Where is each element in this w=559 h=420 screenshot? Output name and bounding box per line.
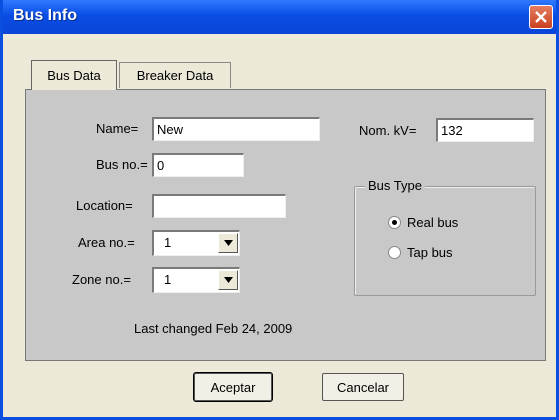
nom-kv-label: Nom. kV= [359,123,417,138]
area-no-label: Area no.= [78,235,135,250]
radio-label: Real bus [407,215,459,230]
tab-label: Bus Data [47,68,101,83]
chevron-down-icon [223,277,233,283]
cancel-button[interactable]: Cancelar [322,373,404,401]
cancel-label: Cancelar [336,379,390,395]
close-icon [535,11,547,23]
bus-info-dialog: Bus Info Bus Data Breaker Data Name= Bus… [0,0,559,420]
area-no-value: 1 [164,235,172,250]
dropdown-button[interactable] [218,270,238,290]
zone-no-label: Zone no.= [72,272,131,287]
bus-data-panel: Name= Bus no.= Location= Area no.= 1 Zon… [25,89,546,361]
bus-no-label: Bus no.= [96,157,148,172]
title-bar[interactable]: Bus Info [3,0,556,34]
name-label: Name= [96,121,139,136]
dropdown-button[interactable] [218,233,238,253]
zone-no-value: 1 [164,272,172,287]
last-changed-text: Last changed Feb 24, 2009 [134,321,293,336]
radio-button[interactable] [388,246,401,259]
window-title: Bus Info [13,7,77,24]
radio-real-bus[interactable]: Real bus [388,215,458,230]
name-field[interactable] [152,117,320,141]
area-no-select[interactable]: 1 [152,230,240,256]
location-field[interactable] [152,194,286,218]
radio-button[interactable] [388,216,401,229]
radio-tap-bus[interactable]: Tap bus [388,245,453,260]
zone-no-select[interactable]: 1 [152,267,240,293]
tab-bus-data[interactable]: Bus Data [31,60,117,90]
chevron-down-icon [223,240,233,246]
accept-label: Aceptar [210,379,256,395]
tab-breaker-data[interactable]: Breaker Data [119,62,231,88]
location-label: Location= [76,198,133,213]
bus-no-field[interactable] [152,153,244,177]
tab-label: Breaker Data [136,68,214,83]
bus-type-group: Bus Type Real bus Tap bus [354,178,536,296]
accept-button[interactable]: Aceptar [193,372,273,402]
nom-kv-field[interactable] [436,118,534,142]
bus-type-title: Bus Type [365,178,425,193]
close-button[interactable] [529,5,553,29]
radio-label: Tap bus [407,245,453,260]
